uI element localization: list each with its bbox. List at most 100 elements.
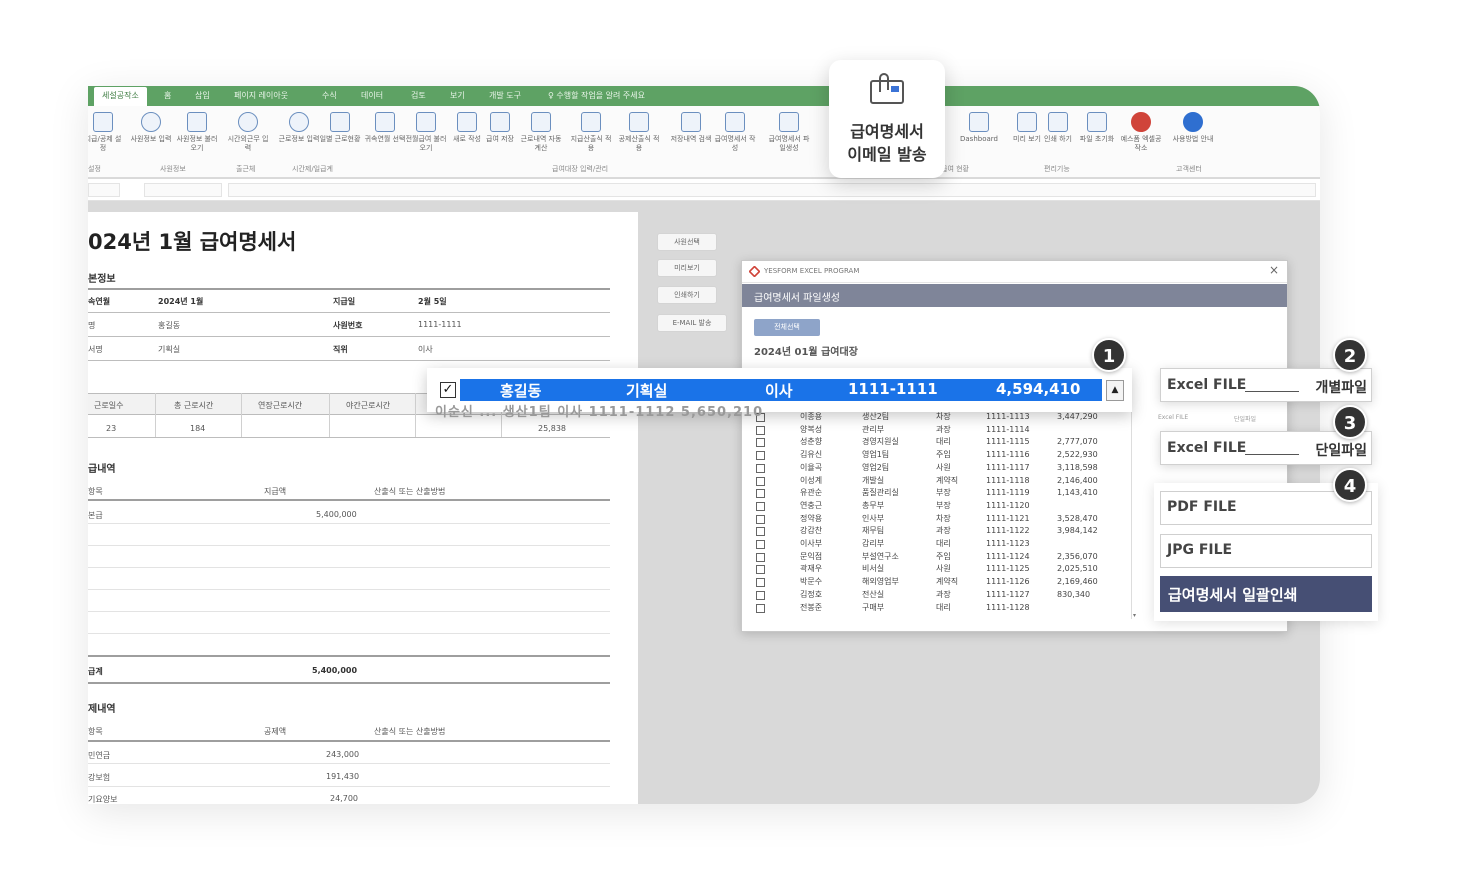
- tab-home[interactable]: 홈: [164, 90, 171, 101]
- divider: [88, 288, 610, 290]
- employee-import-button[interactable]: 사원정보 불러오기: [176, 112, 218, 153]
- column-header: 공제액: [264, 727, 287, 736]
- payslip-file-button[interactable]: 급여명세서 파일생성: [768, 112, 810, 153]
- ledger-row[interactable]: 문익점 부설연구소 주임 1111-1124 2,356,070: [756, 551, 1136, 564]
- selected-employee-row[interactable]: 홍길동 기획실 이사 1111-1111 4,594,410: [460, 379, 1102, 401]
- saved-search-button[interactable]: 저장내역 검색: [670, 112, 712, 144]
- row-checkbox[interactable]: [756, 438, 765, 448]
- formula-buttons[interactable]: [144, 183, 222, 197]
- column-header: 산출식 또는 산출방법: [374, 727, 446, 736]
- ledger-row[interactable]: 연충근 총무부 부장 1111-1120: [756, 500, 1136, 513]
- reset-file-button[interactable]: 파일 초기화: [1076, 112, 1118, 144]
- excel-individual-option[interactable]: Excel FILE 개별파일: [1160, 368, 1372, 402]
- row-checkbox[interactable]: [756, 540, 765, 549]
- row-checkbox[interactable]: [756, 565, 765, 575]
- row-checkbox[interactable]: [756, 489, 765, 499]
- ledger-row[interactable]: 성춘향 경영지원실 대리 1111-1115 2,777,070: [756, 436, 1136, 449]
- tab-developer[interactable]: 개발 도구: [489, 90, 521, 101]
- scroll-down-icon[interactable]: ▾: [1133, 612, 1136, 619]
- overtime-input-button[interactable]: 시간외근무 입력: [227, 112, 269, 153]
- print-side-button[interactable]: 인쇄하기: [657, 286, 717, 304]
- name-box[interactable]: [88, 183, 120, 197]
- group-label: 고객센터: [1176, 165, 1202, 173]
- ledger-cell: 2,025,510: [1057, 564, 1098, 574]
- row-checkbox[interactable]: ✓: [440, 382, 456, 398]
- column-header: 지급액: [264, 487, 287, 496]
- grid-line: [155, 393, 156, 437]
- tab-page-layout[interactable]: 페이지 레이아웃: [234, 90, 288, 101]
- row-checkbox[interactable]: [756, 463, 765, 473]
- employee-input-button[interactable]: 사원정보 입력: [130, 112, 172, 144]
- ledger-row[interactable]: 이사부 감리부 대리 1111-1123: [756, 538, 1136, 551]
- row-checkbox[interactable]: [756, 476, 765, 486]
- yesform-button[interactable]: 예스폼 엑셀공작소: [1120, 112, 1162, 153]
- row-checkbox[interactable]: [756, 590, 765, 600]
- row-checkbox[interactable]: [756, 425, 765, 435]
- select-employee-button[interactable]: 사원선택: [657, 233, 717, 251]
- tab-data[interactable]: 데이터: [361, 90, 383, 101]
- divider: [88, 655, 610, 657]
- deduction-formula-button[interactable]: 공제산출식 적용: [618, 112, 660, 153]
- close-icon[interactable]: ×: [1269, 263, 1279, 277]
- email-send-button[interactable]: E-MAIL 발송: [657, 314, 727, 332]
- payslip-write-button[interactable]: 급여명세서 작성: [714, 112, 756, 153]
- row-checkbox[interactable]: [756, 451, 765, 461]
- ledger-row[interactable]: 이율곡 영업2팀 사원 1111-1117 3,118,598: [756, 462, 1136, 475]
- ledger-scrollbar[interactable]: ▾: [1131, 371, 1140, 619]
- ledger-cell: 차장: [936, 412, 951, 421]
- formula-input[interactable]: [228, 183, 1316, 197]
- batch-print-button[interactable]: 급여명세서 일괄인쇄: [1160, 576, 1372, 612]
- ledger-row[interactable]: 곽재우 비서실 사원 1111-1125 2,025,510: [756, 563, 1136, 576]
- ledger-row[interactable]: 강감찬 재무팀 과장 1111-1122 3,984,142: [756, 525, 1136, 538]
- email-send-card[interactable]: 급여명세서 이메일 발송: [829, 60, 945, 178]
- tab-view[interactable]: 보기: [450, 90, 465, 101]
- ledger-row[interactable]: 김유신 영업1팀 주임 1111-1116 2,522,930: [756, 449, 1136, 462]
- help-button[interactable]: 사용방법 안내: [1172, 112, 1214, 144]
- tell-me-search[interactable]: ♀ 수행할 작업을 알려 주세요: [548, 90, 645, 101]
- table-calc-icon: [531, 112, 551, 132]
- group-label: 급여 현황: [941, 165, 969, 173]
- cell-value: 기획실: [158, 345, 181, 354]
- preview-side-button[interactable]: 미리보기: [657, 259, 717, 277]
- scroll-up-icon[interactable]: ▲: [1106, 380, 1124, 401]
- ledger-cell: 재무팀: [862, 526, 885, 536]
- ledger-row[interactable]: 김정호 전산실 과장 1111-1127 830,340: [756, 589, 1136, 602]
- select-all-button[interactable]: 전체선택: [754, 319, 820, 336]
- row-checkbox[interactable]: [756, 578, 765, 588]
- row-checkbox[interactable]: [756, 603, 765, 613]
- row-checkbox[interactable]: [756, 552, 765, 562]
- ledger-row[interactable]: 이종용 생산2팀 차장 1111-1113 3,447,290: [756, 411, 1136, 424]
- ledger-row[interactable]: 이성계 개발실 계약직 1111-1118 2,146,400: [756, 475, 1136, 488]
- ledger-row[interactable]: 유관순 품질관리실 부장 1111-1119 1,143,410: [756, 487, 1136, 500]
- info-icon: [1183, 112, 1203, 132]
- daily-status-button[interactable]: 일별 근로현황: [319, 112, 361, 144]
- tab-insert[interactable]: 삽입: [195, 90, 210, 101]
- ledger-row[interactable]: 전봉준 구매부 대리 1111-1128: [756, 602, 1136, 615]
- work-info-button[interactable]: 근로정보 입력: [278, 112, 320, 144]
- tab-yesform[interactable]: 세설공작소: [94, 87, 147, 106]
- ledger-row[interactable]: 박문수 해외영업부 계약직 1111-1126 2,169,460: [756, 576, 1136, 589]
- save-pay-button[interactable]: 급여 저장: [479, 112, 521, 144]
- ledger-cell: 개발실: [862, 475, 885, 485]
- preview-icon: [1017, 112, 1037, 132]
- page-title: 024년 1월 급여명세서: [88, 230, 297, 254]
- period-select-button[interactable]: 귀속연월 선택: [364, 112, 406, 144]
- ledger-cell: 대리: [936, 539, 951, 548]
- tab-review[interactable]: 검토: [411, 90, 426, 101]
- auto-calc-button[interactable]: 근로내역 자동계산: [520, 112, 562, 153]
- dashboard-button[interactable]: Dashboard: [958, 112, 1000, 144]
- ledger-row[interactable]: 양복성 관리부 과장 1111-1114: [756, 424, 1136, 437]
- ledger-cell: 사원: [936, 462, 951, 472]
- settings-button[interactable]: 지급/공제 설정: [88, 112, 124, 153]
- tiny-label: 단일파일: [1234, 416, 1257, 423]
- ledger-row[interactable]: 정약용 인사부 차장 1111-1121 3,528,470: [756, 513, 1136, 526]
- tab-formulas[interactable]: 수식: [322, 90, 337, 101]
- row-checkbox[interactable]: [756, 527, 765, 537]
- print-button[interactable]: 인쇄 하기: [1037, 112, 1079, 144]
- pay-formula-button[interactable]: 지급산출식 적용: [570, 112, 612, 153]
- prev-month-import-button[interactable]: 전월급여 불러오기: [405, 112, 447, 153]
- group-label: 출근체: [236, 165, 256, 173]
- row-checkbox[interactable]: [756, 514, 765, 524]
- row-checkbox[interactable]: [756, 501, 765, 511]
- jpg-file-option[interactable]: JPG FILE: [1160, 534, 1372, 568]
